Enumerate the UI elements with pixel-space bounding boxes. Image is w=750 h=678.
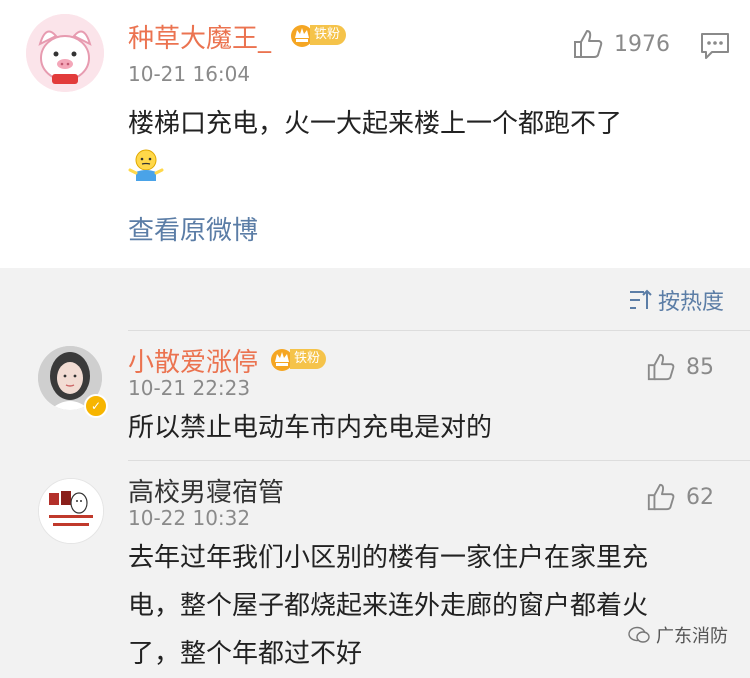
like-button[interactable]: 62: [646, 482, 714, 512]
verified-icon: ✓: [84, 394, 108, 418]
sort-button[interactable]: 按热度: [628, 284, 724, 316]
reply-button[interactable]: [700, 32, 730, 64]
like-count: 1976: [614, 31, 670, 57]
cartoon-avatar-icon: [39, 479, 103, 543]
thumbs-up-icon: [574, 30, 603, 58]
pig-avatar-icon: [26, 14, 104, 92]
avatar[interactable]: [26, 14, 104, 92]
comment-text: 去年过年我们小区别的楼有一家住户在家里充 电，整个屋子都烧起来连外走廊的窗户都着…: [128, 534, 728, 678]
divider: [128, 460, 750, 461]
like-count: 85: [686, 354, 714, 380]
watermark: 广东消防: [628, 622, 728, 648]
timestamp: 10-22 10:32: [128, 506, 251, 530]
timestamp: 10-21 22:23: [128, 376, 251, 400]
wechat-icon: [628, 626, 650, 643]
fan-badge: 铁粉: [290, 22, 347, 48]
avatar[interactable]: [38, 478, 104, 544]
username[interactable]: 高校男寝宿管: [128, 472, 284, 509]
comment-text: 楼梯口充电，火一大起来楼上一个都跑不了: [128, 109, 623, 139]
username[interactable]: 种草大魔王_: [128, 18, 271, 55]
view-original-link[interactable]: 查看原微博: [128, 210, 258, 247]
badge-label: 铁粉: [310, 25, 347, 45]
main-comment: 种草大魔王_ 铁粉 1976 10-21 16:04 楼梯口充电，火一大起来楼上…: [0, 0, 750, 268]
like-button[interactable]: 85: [646, 352, 714, 382]
like-button[interactable]: 1976: [572, 28, 670, 60]
fan-badge: 铁粉: [270, 346, 327, 372]
comment-text: 所以禁止电动车市内充电是对的: [128, 413, 493, 443]
username[interactable]: 小散爱涨停: [128, 342, 258, 379]
shrug-emoji-icon: [128, 148, 164, 186]
badge-label: 铁粉: [290, 349, 327, 369]
thumbs-up-icon: [647, 483, 675, 511]
thumbs-up-icon: [647, 353, 675, 381]
comment-bubble-icon: [701, 33, 729, 59]
timestamp: 10-21 16:04: [128, 62, 251, 86]
watermark-text: 广东消防: [656, 626, 728, 647]
comment-text-line: 去年过年我们小区别的楼有一家住户在家里充: [128, 543, 649, 573]
like-count: 62: [686, 484, 714, 510]
sort-label: 按热度: [657, 290, 724, 315]
divider: [128, 330, 750, 331]
sort-icon: [629, 289, 652, 309]
